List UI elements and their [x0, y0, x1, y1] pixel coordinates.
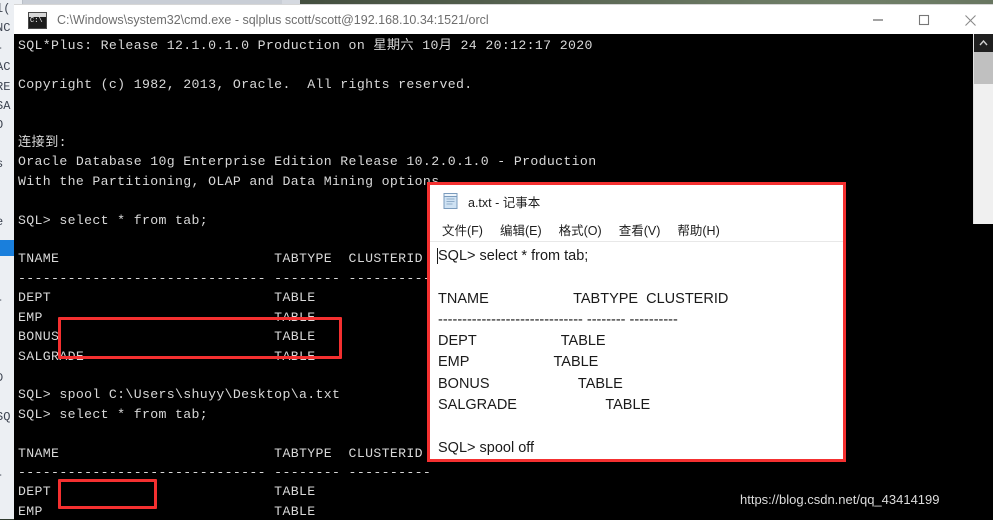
cmd-title-bar[interactable]: C:\Windows\system32\cmd.exe - sqlplus sc… [14, 4, 993, 35]
notepad-window-title: a.txt - 记事本 [468, 195, 541, 210]
notepad-text-content: SQL> select * from tab; TNAME TABTYPE CL… [438, 248, 729, 456]
notepad-title-bar[interactable]: a.txt - 记事本 [430, 185, 843, 217]
cmd-console-output-area[interactable]: SQL*Plus: Release 12.1.0.1.0 Production … [14, 34, 596, 520]
scrollbar-thumb[interactable] [974, 52, 993, 84]
menu-item-view[interactable]: 查看(V) [619, 220, 661, 239]
watermark-text: https://blog.csdn.net/qq_43414199 [740, 492, 940, 507]
maximize-button[interactable] [901, 5, 947, 35]
cmd-window-title: C:\Windows\system32\cmd.exe - sqlplus sc… [57, 13, 489, 27]
close-button[interactable] [947, 5, 993, 35]
menu-item-format[interactable]: 格式(O) [559, 220, 602, 239]
notepad-menu-bar: 文件(F) 编辑(E) 格式(O) 查看(V) 帮助(H) [430, 217, 843, 242]
notepad-window[interactable]: a.txt - 记事本 文件(F) 编辑(E) 格式(O) 查看(V) 帮助(H… [427, 182, 846, 462]
scroll-up-arrow-icon[interactable] [974, 34, 993, 52]
minimize-button[interactable] [855, 5, 901, 35]
cmd-window-controls [855, 5, 993, 35]
notepad-icon [442, 192, 459, 210]
cmd-scrollbar[interactable] [973, 34, 993, 224]
notepad-text-area[interactable]: SQL> select * from tab; TNAME TABTYPE CL… [430, 242, 843, 457]
menu-item-edit[interactable]: 编辑(E) [500, 220, 542, 239]
menu-item-help[interactable]: 帮助(H) [677, 220, 719, 239]
console-icon [28, 11, 47, 29]
menu-item-file[interactable]: 文件(F) [442, 220, 483, 239]
